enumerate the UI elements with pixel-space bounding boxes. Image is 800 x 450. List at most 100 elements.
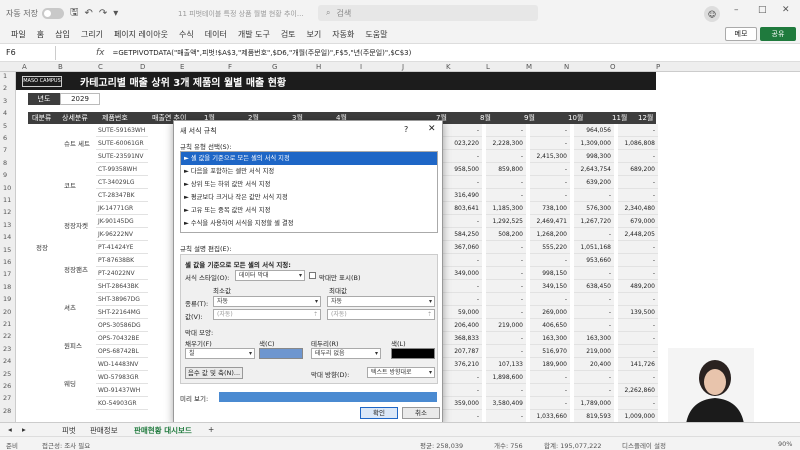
value-cell[interactable]: - [530, 124, 570, 137]
value-cell[interactable]: - [574, 384, 614, 397]
product-code-cell[interactable]: OPS-70432BE [96, 332, 148, 345]
redo-icon[interactable]: ↷ [99, 8, 107, 19]
value-cell[interactable]: - [442, 280, 482, 293]
max-type-select[interactable]: 자동 ▾ [327, 296, 435, 307]
row-header[interactable]: 18 [3, 283, 11, 291]
product-code-cell[interactable]: JK-96222NV [96, 228, 148, 241]
rule-type-item[interactable]: ► 평균보다 크거나 작은 값만 서식 지정 [181, 191, 437, 204]
ribbon-tab[interactable]: 도움말 [365, 29, 387, 40]
column-header[interactable]: H [316, 63, 321, 71]
name-box[interactable]: F6 [4, 45, 56, 60]
product-code-cell[interactable]: PT-41424YE [96, 241, 148, 254]
format-style-select[interactable]: 데이터 막대 ▾ [235, 270, 305, 281]
value-cell[interactable]: 368,833 [442, 332, 482, 345]
value-cell[interactable]: - [442, 384, 482, 397]
row-header[interactable]: 5 [3, 122, 7, 130]
product-code-cell[interactable]: WD-91437WH [96, 384, 148, 397]
value-cell[interactable]: 406,650 [530, 319, 570, 332]
value-cell[interactable]: 139,500 [618, 306, 658, 319]
value-cell[interactable]: 2,340,480 [618, 202, 658, 215]
column-header[interactable]: I [360, 63, 362, 71]
value-cell[interactable]: - [530, 371, 570, 384]
value-cell[interactable]: - [618, 332, 658, 345]
row-header[interactable]: 27 [3, 394, 11, 402]
row-header[interactable]: 11 [3, 196, 11, 204]
value-cell[interactable]: - [530, 189, 570, 202]
undo-icon[interactable]: ↶ [85, 8, 93, 19]
value-cell[interactable]: 958,500 [442, 163, 482, 176]
row-header[interactable]: 6 [3, 134, 7, 142]
value-cell[interactable]: 1,898,600 [486, 371, 526, 384]
row-header[interactable]: 17 [3, 270, 11, 278]
column-header[interactable]: L [486, 63, 490, 71]
product-code-cell[interactable]: SUTE-59163WH [96, 124, 148, 137]
value-cell[interactable]: 359,000 [442, 397, 482, 410]
maximize-icon[interactable]: □ [758, 5, 767, 15]
value-cell[interactable]: 2,469,471 [530, 215, 570, 228]
fill-select[interactable]: 칠 ▾ [185, 348, 255, 359]
value-cell[interactable]: - [486, 293, 526, 306]
value-cell[interactable]: - [618, 293, 658, 306]
product-code-cell[interactable]: OPS-68742BL [96, 345, 148, 358]
value-cell[interactable]: 207,787 [442, 345, 482, 358]
column-header[interactable]: E [180, 63, 184, 71]
row-header[interactable]: 7 [3, 146, 7, 154]
value-cell[interactable]: - [618, 189, 658, 202]
value-cell[interactable]: 576,300 [574, 202, 614, 215]
value-cell[interactable]: 803,641 [442, 202, 482, 215]
min-value-input[interactable]: (자동) ⇡ [213, 309, 321, 320]
value-cell[interactable]: 1,086,808 [618, 137, 658, 150]
product-code-cell[interactable]: SHT-22164MG [96, 306, 148, 319]
sheet-nav-next-icon[interactable]: ▸ [22, 425, 26, 434]
value-cell[interactable]: - [486, 332, 526, 345]
value-cell[interactable]: - [530, 384, 570, 397]
column-header[interactable]: A [22, 63, 27, 71]
row-header[interactable]: 20 [3, 308, 11, 316]
value-cell[interactable]: 953,660 [574, 254, 614, 267]
value-cell[interactable]: 489,200 [618, 280, 658, 293]
product-code-cell[interactable]: OPS-30586DG [96, 319, 148, 332]
product-code-cell[interactable]: WD-14483NV [96, 358, 148, 371]
row-header[interactable]: 15 [3, 246, 11, 254]
row-header[interactable]: 8 [3, 159, 7, 167]
value-cell[interactable]: 163,300 [530, 332, 570, 345]
help-icon[interactable]: ? [404, 125, 408, 134]
value-cell[interactable]: - [530, 176, 570, 189]
row-header[interactable]: 2 [3, 84, 7, 92]
value-cell[interactable]: - [618, 397, 658, 410]
value-cell[interactable]: 1,292,525 [486, 215, 526, 228]
row-header[interactable]: 22 [3, 332, 11, 340]
fx-icon[interactable]: fx [96, 48, 105, 58]
value-cell[interactable]: 964,056 [574, 124, 614, 137]
accessibility-status[interactable]: 접근성: 조사 필요 [42, 440, 90, 450]
row-header[interactable]: 4 [3, 109, 7, 117]
ribbon-tab[interactable]: 페이지 레이아웃 [114, 29, 168, 40]
value-cell[interactable]: 189,900 [530, 358, 570, 371]
value-cell[interactable]: 20,400 [574, 358, 614, 371]
ok-button[interactable]: 확인 [360, 407, 398, 419]
row-header[interactable]: 23 [3, 345, 11, 353]
value-cell[interactable]: - [486, 280, 526, 293]
quick-access-more-icon[interactable]: ▾ [113, 8, 118, 19]
product-code-cell[interactable]: SUTE-60061GR [96, 137, 148, 150]
value-cell[interactable]: - [618, 345, 658, 358]
row-header[interactable]: 28 [3, 407, 11, 415]
value-cell[interactable]: - [442, 150, 482, 163]
value-cell[interactable]: 023,220 [442, 137, 482, 150]
min-type-select[interactable]: 자동 ▾ [213, 296, 321, 307]
value-cell[interactable]: - [486, 345, 526, 358]
value-cell[interactable]: 219,000 [486, 319, 526, 332]
bar-color-picker[interactable] [259, 348, 303, 359]
value-cell[interactable]: - [530, 254, 570, 267]
value-cell[interactable]: - [486, 267, 526, 280]
minimize-icon[interactable]: – [734, 5, 739, 15]
value-cell[interactable]: - [618, 176, 658, 189]
value-cell[interactable]: - [442, 371, 482, 384]
row-header[interactable]: 1 [3, 72, 7, 80]
row-header[interactable]: 10 [3, 184, 11, 192]
value-cell[interactable]: 269,000 [530, 306, 570, 319]
value-cell[interactable]: 859,800 [486, 163, 526, 176]
ribbon-tab[interactable]: 검토 [281, 29, 296, 40]
row-header[interactable]: 9 [3, 171, 7, 179]
value-cell[interactable]: 141,726 [618, 358, 658, 371]
